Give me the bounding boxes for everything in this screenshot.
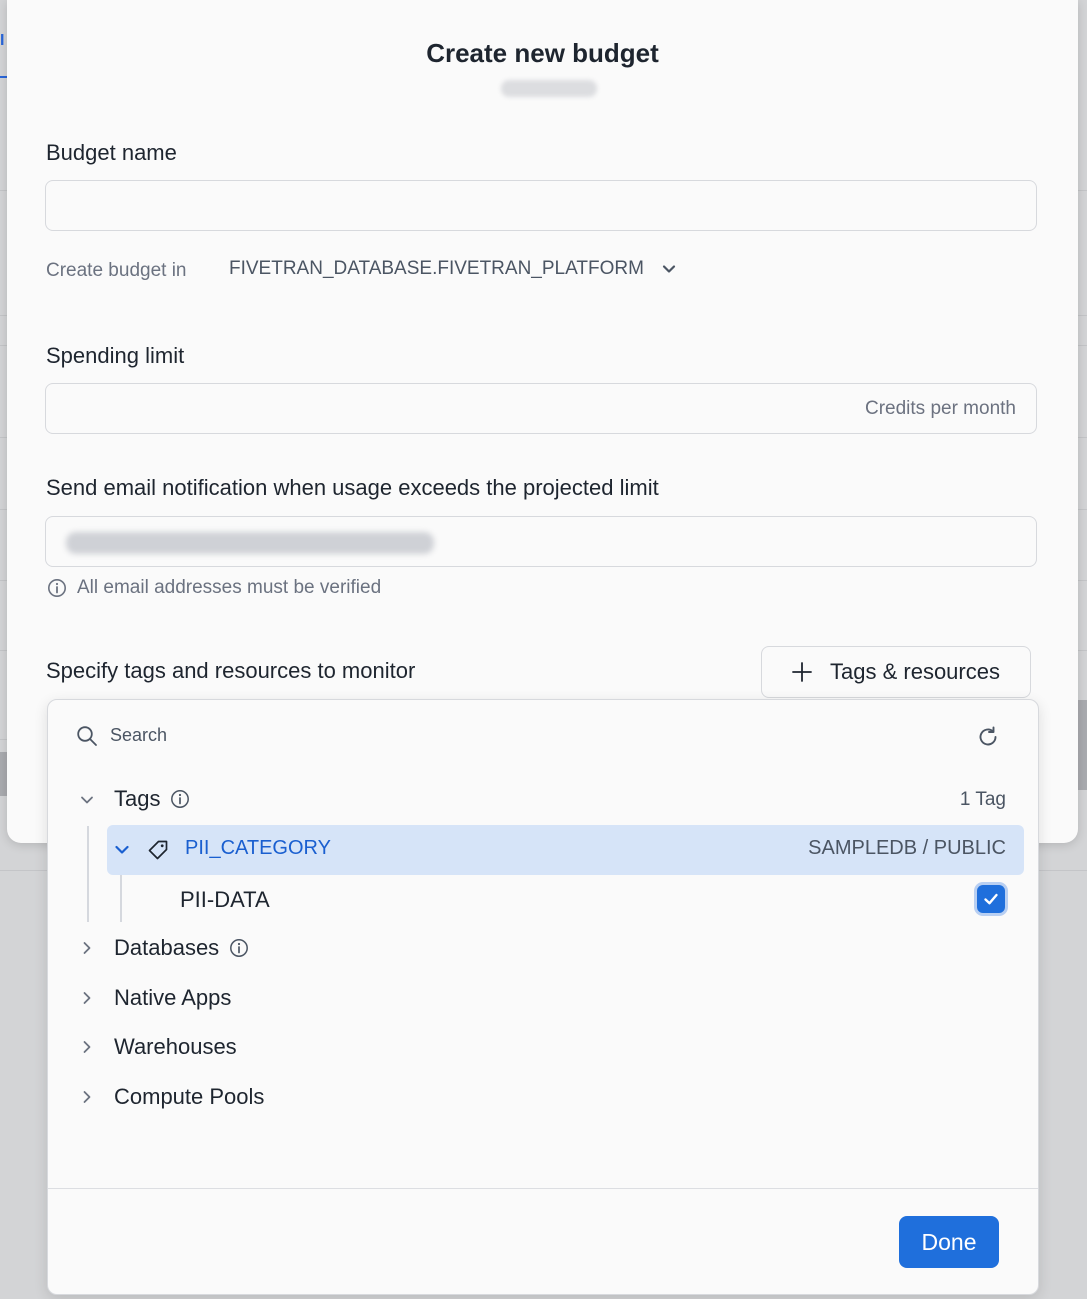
chevron-down-icon[interactable] — [78, 791, 96, 809]
search-icon — [77, 725, 97, 746]
databases-label: Databases — [114, 935, 220, 960]
chevron-right-icon[interactable] — [78, 989, 96, 1007]
budget-name-label: Budget name — [46, 140, 177, 165]
email-hint-text: All email addresses must be verified — [77, 577, 382, 598]
background-panel-edge — [1078, 700, 1087, 790]
chevron-right-icon[interactable] — [78, 1038, 96, 1056]
chevron-right-icon[interactable] — [78, 939, 96, 957]
spending-limit-input[interactable] — [45, 383, 1037, 434]
tree-guide-line — [87, 826, 89, 922]
tags-resources-button-label: Tags & resources — [830, 659, 1000, 684]
plus-icon — [792, 662, 812, 682]
tag-path: SAMPLEDB / PUBLIC — [808, 837, 1006, 859]
modal-subtitle-redacted — [501, 80, 597, 97]
tree-label-native-apps: Native Apps — [114, 985, 232, 1010]
email-hint: All email addresses must be verified — [47, 577, 381, 599]
tags-label: Tags — [114, 786, 161, 811]
tags-resources-picker: Tags 1 Tag PII_CATEGORY SAMPLEDB / PUBLI… — [47, 699, 1039, 1295]
email-notification-label: Send email notification when usage excee… — [46, 475, 659, 500]
tag-value-label: PII-DATA — [180, 887, 270, 912]
tree-label-tags: Tags — [114, 786, 190, 812]
schema-select[interactable]: FIVETRAN_DATABASE.FIVETRAN_PLATFORM — [229, 258, 676, 280]
schema-select-value: FIVETRAN_DATABASE.FIVETRAN_PLATFORM — [229, 258, 644, 279]
refresh-icon[interactable] — [976, 725, 1000, 749]
tree-label-databases: Databases — [114, 935, 249, 961]
chevron-right-icon[interactable] — [78, 1088, 96, 1106]
info-icon — [230, 939, 249, 957]
tree-guide-line — [120, 875, 122, 922]
info-icon — [171, 790, 190, 808]
done-button[interactable]: Done — [899, 1216, 999, 1268]
tree-label-warehouses: Warehouses — [114, 1034, 237, 1059]
search-input[interactable] — [108, 724, 412, 747]
chevron-down-icon — [662, 265, 676, 273]
email-input[interactable] — [45, 516, 1037, 567]
email-value-redacted — [66, 532, 434, 554]
tag-name: PII_CATEGORY — [185, 837, 331, 859]
info-icon — [48, 579, 66, 597]
tag-icon — [148, 840, 168, 860]
tag-row-pii-category[interactable]: PII_CATEGORY SAMPLEDB / PUBLIC — [107, 825, 1024, 875]
tags-resources-button[interactable]: Tags & resources — [761, 646, 1031, 698]
tree-label-compute-pools: Compute Pools — [114, 1084, 265, 1109]
chevron-down-icon[interactable] — [113, 841, 131, 859]
checkmark-icon — [984, 893, 998, 905]
tag-value-checkbox[interactable] — [977, 885, 1005, 913]
search-bar — [76, 724, 412, 747]
tags-count: 1 Tag — [959, 789, 1006, 810]
panel-footer-divider — [48, 1188, 1038, 1189]
create-in-label: Create budget in — [46, 260, 187, 281]
modal-title: Create new budget — [426, 38, 659, 68]
spending-limit-label: Spending limit — [46, 343, 185, 368]
background-tab-label: I — [0, 32, 5, 49]
monitor-label: Specify tags and resources to monitor — [46, 658, 416, 683]
budget-name-input[interactable] — [45, 180, 1037, 231]
